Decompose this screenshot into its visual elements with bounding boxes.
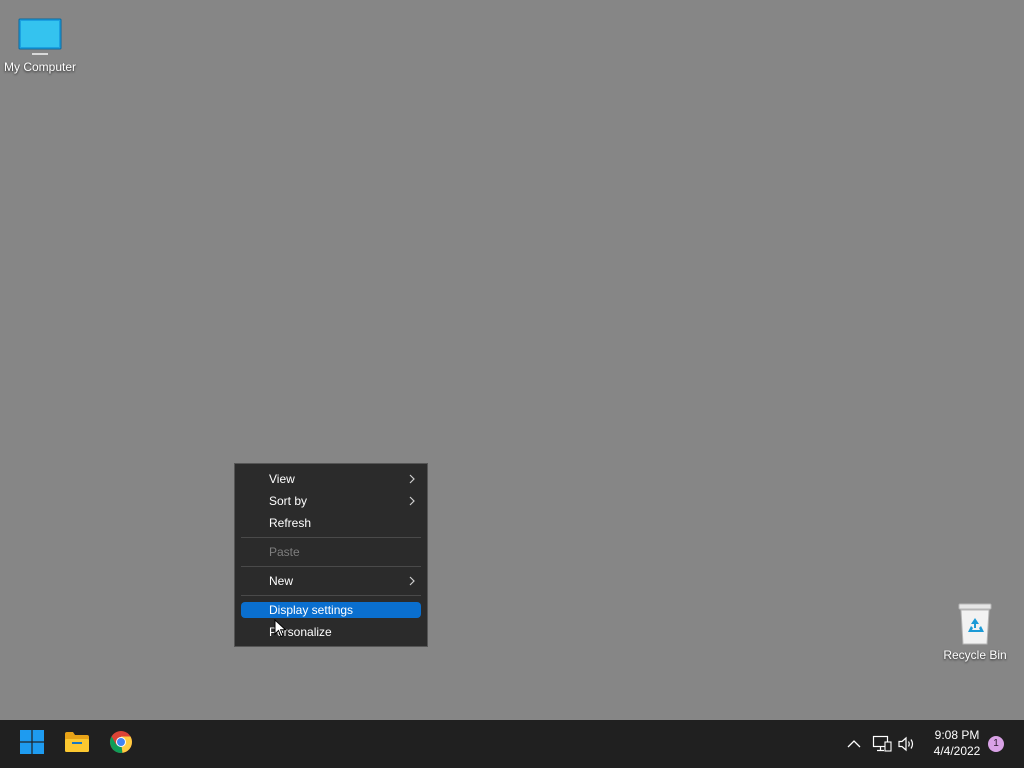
menu-item-refresh[interactable]: Refresh [241,515,421,531]
windows-logo-icon [20,729,44,759]
chevron-right-icon [407,573,417,589]
menu-separator [241,595,421,596]
clock-time: 9:08 PM [934,728,980,742]
menu-separator [241,566,421,567]
volume-icon[interactable] [897,734,917,754]
chevron-up-icon[interactable] [844,734,864,754]
folder-icon [64,731,90,758]
menu-item-view[interactable]: View [241,471,421,487]
start-button[interactable] [16,728,48,760]
menu-separator [241,537,421,538]
desktop[interactable]: My Computer Recycle Bin View Sort by Ref… [0,0,1024,720]
menu-item-display-settings[interactable]: Display settings [241,602,421,618]
chevron-right-icon [407,493,417,509]
menu-item-label: Personalize [269,625,332,639]
menu-item-label: New [269,574,294,588]
file-explorer-button[interactable] [61,728,93,760]
system-clock[interactable]: 9:08 PM 4/4/2022 [926,727,988,759]
menu-item-label: View [269,472,295,486]
chrome-button[interactable] [105,728,137,760]
menu-item-label: Paste [269,545,300,559]
recycle-bin-icon [935,596,1015,646]
desktop-icon-recycle-bin[interactable]: Recycle Bin [935,596,1015,662]
network-icon[interactable] [872,734,892,754]
chevron-right-icon [407,471,417,487]
desktop-icon-label: Recycle Bin [943,648,1007,662]
desktop-context-menu: View Sort by Refresh Paste New Display s… [234,463,428,647]
menu-item-paste[interactable]: Paste [241,544,421,560]
menu-item-new[interactable]: New [241,573,421,589]
clock-date: 4/4/2022 [933,744,981,758]
menu-item-label: Sort by [269,494,308,508]
monitor-icon [0,8,80,58]
desktop-icon-my-computer[interactable]: My Computer [0,8,80,74]
taskbar: 9:08 PM 4/4/2022 1 [0,720,1024,768]
chrome-icon [109,730,133,759]
desktop-icon-label: My Computer [3,60,77,74]
menu-item-label: Display settings [269,603,354,617]
menu-item-sort-by[interactable]: Sort by [241,493,421,509]
menu-item-label: Refresh [269,516,312,530]
notification-badge[interactable]: 1 [988,736,1004,752]
menu-item-personalize[interactable]: Personalize [241,624,421,640]
